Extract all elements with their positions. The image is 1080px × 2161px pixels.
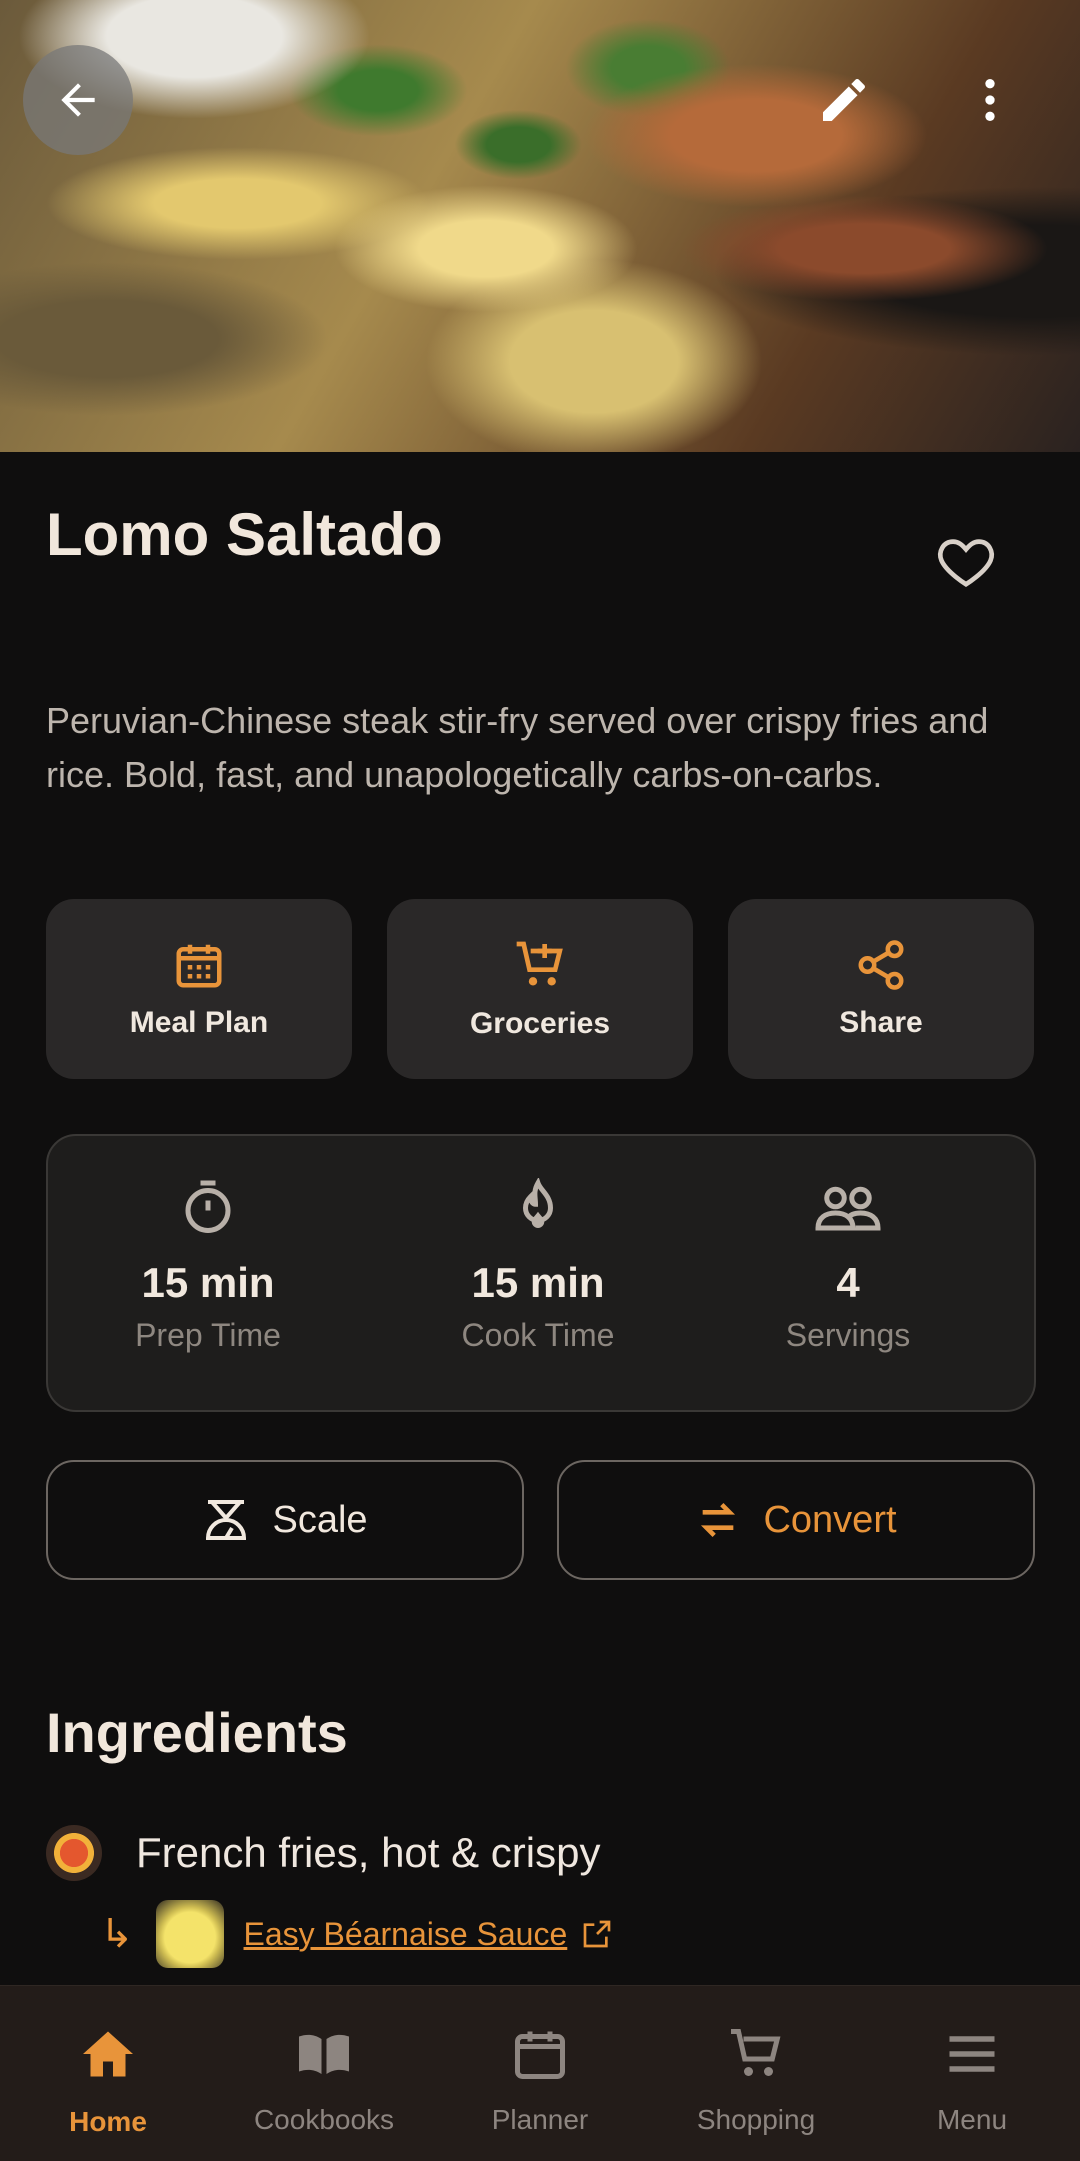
menu-icon bbox=[949, 2036, 995, 2072]
recipe-hero-image bbox=[0, 0, 1080, 452]
nav-menu-label: Menu bbox=[936, 2104, 1008, 2135]
ingredient-text: French fries, hot & crispy bbox=[136, 1829, 601, 1876]
servings-value: 4 bbox=[836, 1259, 860, 1306]
timer-icon bbox=[185, 1180, 231, 1233]
edit-button[interactable] bbox=[789, 45, 899, 155]
meal-plan-label: Meal Plan bbox=[129, 1006, 269, 1039]
share-icon bbox=[858, 940, 904, 990]
calendar-icon bbox=[515, 2031, 565, 2079]
cook-time-label: Cook Time bbox=[461, 1317, 615, 1353]
recipe-description: Peruvian-Chinese steak stir-fry served o… bbox=[46, 700, 989, 795]
groceries-button[interactable]: Groceries bbox=[387, 899, 693, 1079]
sub-arrow-icon: ↳ bbox=[100, 1912, 134, 1956]
action-buttons: Meal Plan Groceries Share bbox=[46, 899, 1034, 1079]
prep-time-label: Prep Time bbox=[135, 1317, 281, 1353]
nav-menu[interactable]: Menu bbox=[864, 1986, 1080, 2161]
nav-home-label: Home bbox=[69, 2106, 147, 2137]
ingredient-thumbnail bbox=[46, 1825, 102, 1881]
nav-planner-label: Planner bbox=[491, 2104, 589, 2135]
sub-recipe-thumbnail bbox=[155, 1900, 224, 1968]
bottom-navigation: Home Cookbooks Planner Shopping Menu bbox=[0, 1985, 1080, 2161]
scale-button[interactable]: Scale bbox=[46, 1460, 524, 1580]
share-label: Share bbox=[839, 1006, 923, 1039]
nav-planner[interactable]: Planner bbox=[432, 1986, 648, 2161]
scale-label: Scale bbox=[272, 1498, 368, 1541]
recipe-title: Lomo Saltado bbox=[46, 501, 443, 568]
calendar-icon bbox=[176, 944, 222, 988]
favorite-button[interactable] bbox=[930, 525, 1002, 597]
arrow-left-icon bbox=[61, 83, 95, 117]
meal-plan-button[interactable]: Meal Plan bbox=[46, 899, 352, 1079]
servings-label: Servings bbox=[785, 1317, 911, 1353]
ingredients-heading: Ingredients bbox=[46, 1701, 348, 1764]
cook-time-stat: 15 min Cook Time bbox=[378, 1176, 698, 1354]
ingredient-item: French fries, hot & crispy bbox=[46, 1825, 600, 1881]
pencil-icon bbox=[823, 78, 865, 121]
sub-recipe-name[interactable]: Easy Béarnaise Sauce bbox=[244, 1916, 568, 1953]
recipe-stats-card: 15 min Prep Time 15 min Cook Time 4 Serv… bbox=[46, 1134, 1036, 1412]
home-icon bbox=[83, 2031, 133, 2077]
cart-icon bbox=[731, 2029, 781, 2076]
convert-button[interactable]: Convert bbox=[557, 1460, 1035, 1580]
nav-shopping[interactable]: Shopping bbox=[648, 1986, 864, 2161]
servings-stat: 4 Servings bbox=[688, 1178, 1008, 1354]
nav-home[interactable]: Home bbox=[0, 1986, 216, 2161]
cart-plus-icon bbox=[516, 941, 563, 986]
people-icon bbox=[815, 1186, 881, 1231]
more-vertical-icon bbox=[985, 79, 995, 121]
share-button[interactable]: Share bbox=[728, 899, 1034, 1079]
nav-cookbooks[interactable]: Cookbooks bbox=[216, 1986, 432, 2161]
sub-recipe-link[interactable]: ↳ Easy Béarnaise Sauce bbox=[100, 1900, 613, 1968]
groceries-label: Groceries bbox=[469, 1007, 611, 1040]
cook-time-value: 15 min bbox=[471, 1259, 605, 1306]
heart-outline-icon bbox=[938, 539, 994, 587]
back-button[interactable] bbox=[23, 45, 133, 155]
book-icon bbox=[299, 2034, 349, 2074]
nav-shopping-label: Shopping bbox=[696, 2104, 816, 2135]
scale-icon bbox=[206, 1500, 247, 1540]
more-options-button[interactable] bbox=[935, 45, 1045, 155]
convert-label: Convert bbox=[763, 1498, 897, 1541]
external-link-icon bbox=[583, 1920, 611, 1948]
prep-time-stat: 15 min Prep Time bbox=[48, 1178, 368, 1354]
nav-cookbooks-label: Cookbooks bbox=[253, 2104, 395, 2135]
prep-time-value: 15 min bbox=[141, 1259, 275, 1306]
swap-arrows-icon bbox=[701, 1503, 736, 1537]
flame-icon bbox=[522, 1176, 554, 1228]
